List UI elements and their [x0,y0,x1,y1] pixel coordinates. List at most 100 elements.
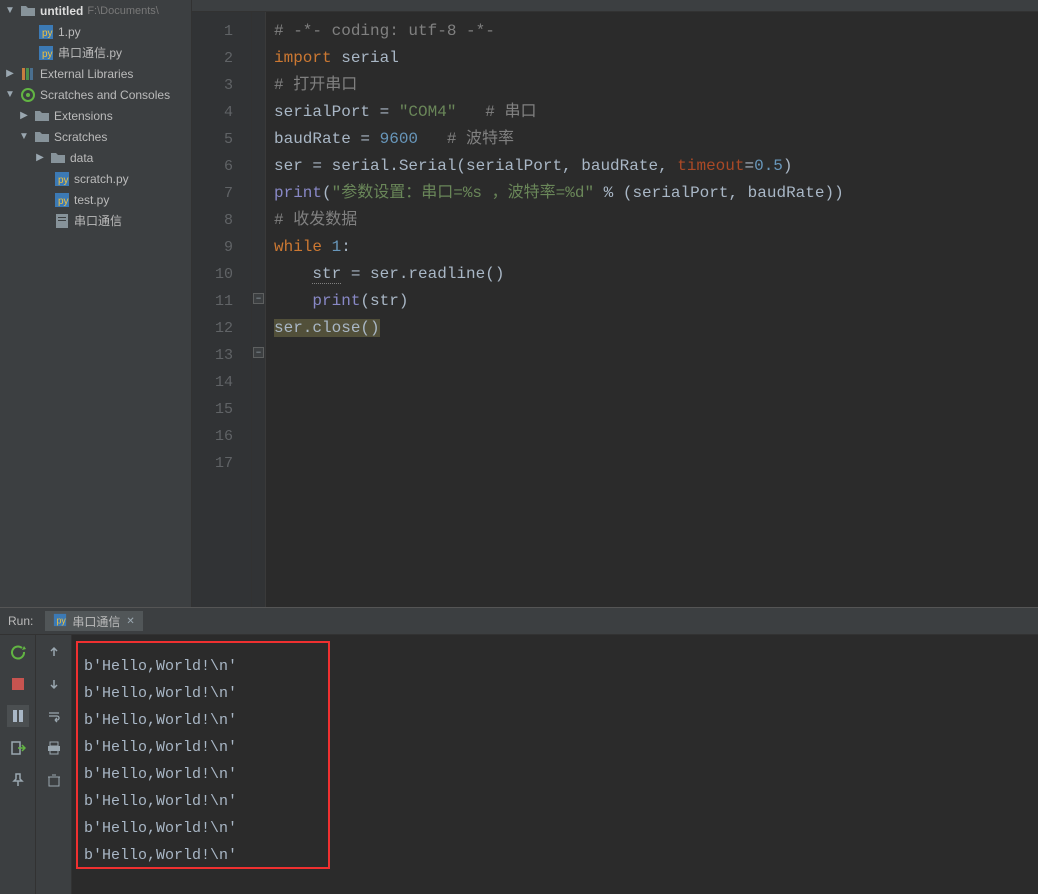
file-item[interactable]: py 串口通信.py [0,42,191,63]
svg-text:py: py [42,28,53,39]
project-root[interactable]: ▼ untitled F:\Documents\ [0,0,191,21]
stop-button[interactable] [7,673,29,695]
folder-icon [20,3,36,19]
python-file-icon: py [54,171,70,187]
line-number[interactable]: 11 [192,288,251,315]
scratches-icon [20,87,36,103]
code-area[interactable]: # -*- coding: utf-8 -*-import serial# 打开… [266,12,1038,607]
pin-button[interactable] [7,769,29,791]
editor-tab-bar[interactable] [192,0,1038,12]
line-number[interactable]: 9 [192,234,251,261]
clear-all-button[interactable] [43,769,65,791]
exit-button[interactable] [7,737,29,759]
code-line[interactable]: # 收发数据 [274,207,1038,234]
svg-text:py: py [42,49,53,60]
external-libraries[interactable]: ▶ External Libraries [0,63,191,84]
file-item[interactable]: py test.py [0,189,191,210]
expand-icon[interactable]: ▶ [4,68,16,79]
scratches-label: Scratches and Consoles [40,88,170,102]
line-number[interactable]: 2 [192,45,251,72]
expand-icon[interactable]: ▼ [4,5,16,16]
fold-marker-icon[interactable]: − [253,347,264,358]
scroll-up-button[interactable] [43,641,65,663]
expand-icon[interactable]: ▶ [18,110,30,121]
scratches-consoles[interactable]: ▼ Scratches and Consoles [0,84,191,105]
code-line[interactable]: str = ser.readline() [274,261,1038,288]
line-number[interactable]: 5 [192,126,251,153]
file-label: test.py [74,193,109,207]
code-line[interactable]: print("参数设置：串口=%s ，波特率=%d" % (serialPort… [274,180,1038,207]
close-icon[interactable]: ✕ [126,616,134,627]
console-output[interactable]: b'Hello,World!\n'b'Hello,World!\n'b'Hell… [72,635,1038,894]
console-line[interactable]: b'Hello,World!\n' [84,734,1038,761]
folder-icon [50,150,66,166]
line-number[interactable]: 16 [192,423,251,450]
soft-wrap-button[interactable] [43,705,65,727]
extensions-folder[interactable]: ▶ Extensions [0,105,191,126]
line-number[interactable]: 1 [192,18,251,45]
code-line[interactable]: import serial [274,45,1038,72]
console-line[interactable]: b'Hello,World!\n' [84,653,1038,680]
python-file-icon: py [38,24,54,40]
run-config-tab[interactable]: py 串口通信 ✕ [45,611,142,631]
line-number[interactable]: 14 [192,369,251,396]
line-number[interactable]: 10 [192,261,251,288]
line-number[interactable]: 8 [192,207,251,234]
run-tab-label: 串口通信 [72,613,120,630]
data-folder[interactable]: ▶ data [0,147,191,168]
fold-column[interactable]: − − [252,12,266,607]
line-number[interactable]: 4 [192,99,251,126]
svg-text:py: py [58,196,69,207]
svg-text:py: py [58,175,69,186]
rerun-button[interactable] [7,641,29,663]
print-button[interactable] [43,737,65,759]
pause-button[interactable] [7,705,29,727]
code-editor[interactable]: 1234567891011121314151617 − − # -*- codi… [192,12,1038,607]
line-number[interactable]: 15 [192,396,251,423]
line-number[interactable]: 12 [192,315,251,342]
scroll-down-button[interactable] [43,673,65,695]
expand-icon[interactable]: ▼ [18,131,30,142]
file-item[interactable]: py scratch.py [0,168,191,189]
folder-label: Extensions [54,109,113,123]
file-item[interactable]: 串口通信 [0,210,191,231]
run-label: Run: [8,614,33,628]
console-line[interactable]: b'Hello,World!\n' [84,761,1038,788]
line-number[interactable]: 17 [192,450,251,477]
code-line[interactable]: print(str) [274,288,1038,315]
line-number[interactable]: 7 [192,180,251,207]
console-line[interactable]: b'Hello,World!\n' [84,707,1038,734]
project-tree[interactable]: ▼ untitled F:\Documents\ py 1.py py 串口通信… [0,0,192,607]
code-line[interactable]: # -*- coding: utf-8 -*- [274,18,1038,45]
code-line[interactable]: # 打开串口 [274,72,1038,99]
line-number[interactable]: 13 [192,342,251,369]
fold-marker-icon[interactable]: − [253,293,264,304]
line-number[interactable]: 6 [192,153,251,180]
code-line[interactable]: ser.close() [274,315,1038,342]
svg-text:py: py [57,615,67,625]
file-label: 1.py [58,25,81,39]
console-line[interactable]: b'Hello,World!\n' [84,680,1038,707]
file-item[interactable]: py 1.py [0,21,191,42]
expand-icon[interactable]: ▼ [4,89,16,100]
project-path: F:\Documents\ [87,5,159,17]
project-name: untitled [40,4,83,18]
console-line[interactable]: b'Hello,World!\n' [84,788,1038,815]
run-panel-header[interactable]: Run: py 串口通信 ✕ [0,607,1038,635]
code-line[interactable]: ser = serial.Serial(serialPort, baudRate… [274,153,1038,180]
run-toolbar-secondary [36,635,72,894]
expand-icon[interactable]: ▶ [34,152,46,163]
python-file-icon: py [53,613,67,630]
line-number-gutter[interactable]: 1234567891011121314151617 [192,12,252,607]
library-icon [20,66,36,82]
folder-icon [34,108,50,124]
code-line[interactable]: serialPort = "COM4" # 串口 [274,99,1038,126]
code-line[interactable]: baudRate = 9600 # 波特率 [274,126,1038,153]
code-line[interactable]: while 1: [274,234,1038,261]
external-label: External Libraries [40,67,133,81]
console-line[interactable]: b'Hello,World!\n' [84,842,1038,869]
console-line[interactable]: b'Hello,World!\n' [84,815,1038,842]
scratches-folder[interactable]: ▼ Scratches [0,126,191,147]
run-toolbar-primary [0,635,36,894]
line-number[interactable]: 3 [192,72,251,99]
